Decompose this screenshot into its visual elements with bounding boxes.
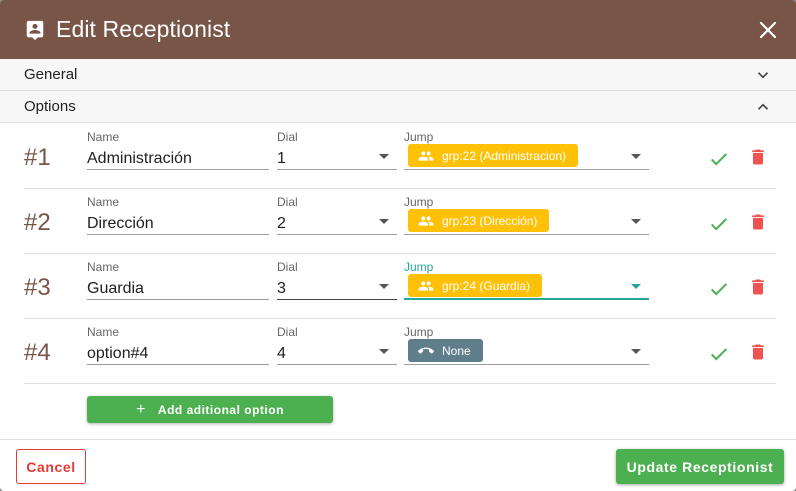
underline	[87, 169, 269, 170]
plus-icon: +	[136, 400, 146, 418]
hangup-icon	[418, 347, 434, 354]
dropdown-arrow-icon	[631, 219, 641, 224]
option-name-field[interactable]: Name Guardia	[87, 260, 269, 300]
chevron-down-icon	[757, 71, 769, 78]
edit-receptionist-dialog: Edit Receptionist General Options #1 Nam…	[0, 0, 796, 491]
jump-chip: None	[408, 339, 483, 362]
chevron-up-icon	[757, 103, 769, 110]
name-label: Name	[87, 260, 120, 274]
dial-label: Dial	[277, 325, 298, 339]
option-name-field[interactable]: Name option#4	[87, 325, 269, 365]
jump-chip-label: None	[442, 343, 471, 358]
option-name-field[interactable]: Name Dirección	[87, 195, 269, 235]
delete-icon[interactable]	[748, 341, 768, 363]
jump-chip: grp:23 (Dirección)	[408, 209, 550, 232]
jump-chip: grp:24 (Guardia)	[408, 274, 543, 297]
check-icon[interactable]	[708, 343, 730, 365]
update-receptionist-button[interactable]: Update Receptionist	[616, 449, 784, 484]
group-icon	[418, 280, 434, 291]
jump-label: Jump	[404, 130, 434, 144]
dial-value: 2	[277, 215, 286, 232]
dropdown-arrow-icon	[379, 219, 389, 224]
option-dial-select[interactable]: Dial 3	[277, 260, 397, 300]
name-label: Name	[87, 130, 120, 144]
close-icon[interactable]	[756, 18, 780, 42]
option-jump-select[interactable]: Jump grp:23 (Dirección)	[404, 195, 649, 235]
dial-value: 1	[277, 150, 286, 167]
option-row-3: #3 Name Guardia Dial 3 Jump grp:24 (Guar…	[24, 254, 776, 319]
option-row-2: #2 Name Dirección Dial 2 Jump grp:23 (Di…	[24, 189, 776, 254]
option-number: #4	[24, 339, 51, 366]
dialog-footer: Cancel Update Receptionist	[0, 439, 796, 491]
group-icon	[418, 215, 434, 226]
option-dial-select[interactable]: Dial 2	[277, 195, 397, 235]
dropdown-arrow-icon	[631, 349, 641, 354]
check-icon[interactable]	[708, 213, 730, 235]
option-dial-select[interactable]: Dial 1	[277, 130, 397, 170]
option-number: #1	[24, 144, 51, 171]
option-row-4: #4 Name option#4 Dial 4 Jump None	[24, 319, 776, 384]
jump-chip-label: grp:22 (Administracion)	[442, 148, 567, 163]
dialog-title: Edit Receptionist	[56, 16, 231, 42]
underline	[404, 234, 649, 235]
dropdown-arrow-icon	[379, 349, 389, 354]
add-option-label: Add aditional option	[157, 402, 284, 417]
check-icon[interactable]	[708, 278, 730, 300]
underline	[87, 364, 269, 365]
underline	[277, 364, 397, 365]
section-options-header[interactable]: Options	[0, 91, 796, 123]
underline	[87, 299, 269, 300]
section-general-header[interactable]: General	[0, 59, 796, 91]
underline	[404, 298, 649, 300]
option-number: #2	[24, 209, 51, 236]
dropdown-arrow-icon	[631, 154, 641, 159]
jump-label: Jump	[404, 195, 434, 209]
underline	[277, 299, 397, 300]
name-label: Name	[87, 195, 120, 209]
option-number: #3	[24, 274, 51, 301]
delete-icon[interactable]	[748, 211, 768, 233]
name-label: Name	[87, 325, 120, 339]
section-options-label: Options	[24, 98, 76, 115]
dropdown-arrow-icon	[379, 154, 389, 159]
jump-chip-label: grp:23 (Dirección)	[442, 213, 538, 228]
name-input[interactable]: Guardia	[87, 280, 144, 298]
option-dial-select[interactable]: Dial 4	[277, 325, 397, 365]
option-name-field[interactable]: Name Administración	[87, 130, 269, 170]
delete-icon[interactable]	[748, 146, 768, 168]
jump-chip-label: grp:24 (Guardia)	[442, 278, 531, 293]
cancel-button[interactable]: Cancel	[16, 449, 86, 484]
underline	[277, 169, 397, 170]
group-icon	[418, 150, 434, 161]
dialog-header: Edit Receptionist	[0, 0, 796, 59]
option-jump-select[interactable]: Jump grp:24 (Guardia)	[404, 260, 649, 300]
dial-label: Dial	[277, 260, 298, 274]
name-input[interactable]: option#4	[87, 345, 148, 363]
name-input[interactable]: Administración	[87, 150, 192, 168]
check-icon[interactable]	[708, 148, 730, 170]
underline	[404, 169, 649, 170]
option-row-1: #1 Name Administración Dial 1 Jump grp:2…	[24, 124, 776, 189]
dial-value: 3	[277, 280, 286, 297]
option-jump-select[interactable]: Jump grp:22 (Administracion)	[404, 130, 649, 170]
underline	[404, 364, 649, 365]
delete-icon[interactable]	[748, 276, 768, 298]
name-input[interactable]: Dirección	[87, 215, 154, 233]
contact-card-icon	[26, 20, 44, 40]
dropdown-arrow-icon	[379, 284, 389, 289]
underline	[277, 234, 397, 235]
option-jump-select[interactable]: Jump None	[404, 325, 649, 365]
section-general-label: General	[24, 66, 78, 83]
dial-label: Dial	[277, 195, 298, 209]
dial-value: 4	[277, 345, 286, 362]
jump-chip: grp:22 (Administracion)	[408, 144, 579, 167]
jump-label: Jump	[404, 325, 434, 339]
dial-label: Dial	[277, 130, 298, 144]
add-option-button[interactable]: + Add aditional option	[87, 396, 333, 423]
underline	[87, 234, 269, 235]
jump-label: Jump	[404, 260, 434, 274]
dropdown-arrow-icon	[631, 284, 641, 289]
